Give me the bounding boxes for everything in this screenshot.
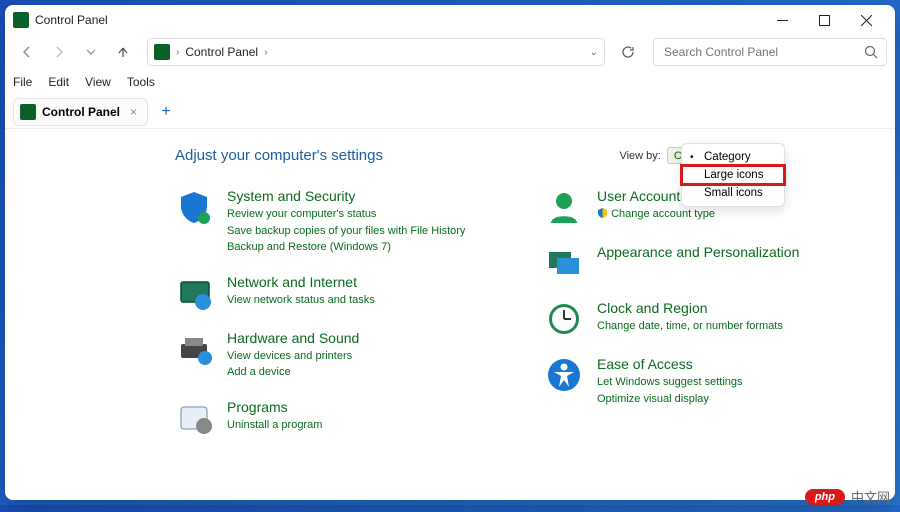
watermark: php 中文网 [805, 487, 890, 506]
chevron-right-icon: › [264, 47, 267, 58]
category-title[interactable]: Clock and Region [597, 300, 783, 316]
category-link[interactable]: View devices and printers [227, 348, 359, 365]
left-column: System and Security Review your computer… [175, 188, 505, 455]
view-by-label: View by: [619, 150, 660, 162]
control-panel-icon [13, 12, 29, 28]
watermark-logo: php [805, 489, 845, 505]
category-link[interactable]: Backup and Restore (Windows 7) [227, 239, 465, 256]
category-programs: Programs Uninstall a program [175, 399, 505, 437]
category-network-internet: Network and Internet View network status… [175, 274, 505, 312]
tab-control-panel[interactable]: Control Panel × [13, 98, 148, 126]
back-button[interactable] [13, 38, 41, 66]
globe-icon [175, 274, 213, 312]
address-icon [154, 44, 170, 60]
view-by-dropdown: •Category Large icons Small icons [681, 143, 785, 207]
menu-file[interactable]: File [13, 75, 32, 89]
up-button[interactable] [109, 38, 137, 66]
forward-button[interactable] [45, 38, 73, 66]
chevron-down-icon[interactable]: ⌄ [590, 47, 598, 58]
tab-row: Control Panel × + [5, 95, 895, 129]
close-button[interactable] [845, 6, 887, 34]
search-input[interactable] [662, 44, 864, 60]
appearance-icon [545, 244, 583, 282]
user-icon [545, 188, 583, 226]
minimize-button[interactable] [761, 6, 803, 34]
category-link[interactable]: Change date, time, or number formats [597, 318, 783, 335]
add-tab-button[interactable]: + [154, 100, 178, 124]
category-link[interactable]: Add a device [227, 364, 359, 381]
menu-bar: File Edit View Tools [5, 69, 895, 95]
category-appearance-personalization: Appearance and Personalization [545, 244, 875, 282]
tab-close-button[interactable]: × [130, 105, 137, 119]
control-panel-window: Control Panel › Control Panel › ⌄ File E… [5, 5, 895, 500]
shield-icon [175, 188, 213, 226]
printer-icon [175, 330, 213, 368]
uac-shield-icon [597, 207, 608, 218]
programs-icon [175, 399, 213, 437]
menu-edit[interactable]: Edit [48, 75, 69, 89]
menu-view[interactable]: View [85, 75, 111, 89]
category-hardware-sound: Hardware and Sound View devices and prin… [175, 330, 505, 381]
refresh-button[interactable] [613, 38, 643, 66]
category-link[interactable]: Save backup copies of your files with Fi… [227, 223, 465, 240]
titlebar: Control Panel [5, 5, 895, 35]
category-title[interactable]: Network and Internet [227, 274, 375, 290]
category-link[interactable]: Review your computer's status [227, 206, 465, 223]
search-icon [864, 45, 878, 59]
chevron-right-icon: › [176, 47, 179, 58]
page-heading: Adjust your computer's settings [175, 147, 383, 164]
clock-icon [545, 300, 583, 338]
dropdown-item-large-icons[interactable]: Large icons [682, 166, 784, 184]
category-title[interactable]: System and Security [227, 188, 465, 204]
category-title[interactable]: Hardware and Sound [227, 330, 359, 346]
menu-tools[interactable]: Tools [127, 75, 155, 89]
breadcrumb[interactable]: Control Panel [185, 45, 258, 59]
category-title[interactable]: Ease of Access [597, 356, 743, 372]
content-area: Adjust your computer's settings View by:… [5, 129, 895, 500]
category-title[interactable]: Programs [227, 399, 322, 415]
right-column: User Accounts Change account type Appear… [545, 188, 875, 455]
ease-of-access-icon [545, 356, 583, 394]
dropdown-item-category[interactable]: •Category [682, 148, 784, 166]
window-controls [761, 6, 887, 34]
address-bar[interactable]: › Control Panel › ⌄ [147, 38, 605, 66]
category-clock-region: Clock and Region Change date, time, or n… [545, 300, 875, 338]
category-ease-of-access: Ease of Access Let Windows suggest setti… [545, 356, 875, 407]
dropdown-item-small-icons[interactable]: Small icons [682, 184, 784, 202]
search-box[interactable] [653, 38, 887, 66]
maximize-button[interactable] [803, 6, 845, 34]
tab-label: Control Panel [42, 105, 120, 119]
category-link[interactable]: View network status and tasks [227, 292, 375, 309]
window-title: Control Panel [35, 13, 108, 27]
watermark-text: 中文网 [851, 487, 890, 506]
recent-button[interactable] [77, 38, 105, 66]
tab-icon [20, 104, 36, 120]
navigation-row: › Control Panel › ⌄ [5, 35, 895, 69]
category-columns: System and Security Review your computer… [175, 188, 875, 455]
category-link[interactable]: Let Windows suggest settings [597, 374, 743, 391]
category-link[interactable]: Uninstall a program [227, 417, 322, 434]
category-link[interactable]: Optimize visual display [597, 391, 743, 408]
category-system-security: System and Security Review your computer… [175, 188, 505, 256]
category-title[interactable]: Appearance and Personalization [597, 244, 799, 260]
category-link[interactable]: Change account type [597, 206, 715, 223]
